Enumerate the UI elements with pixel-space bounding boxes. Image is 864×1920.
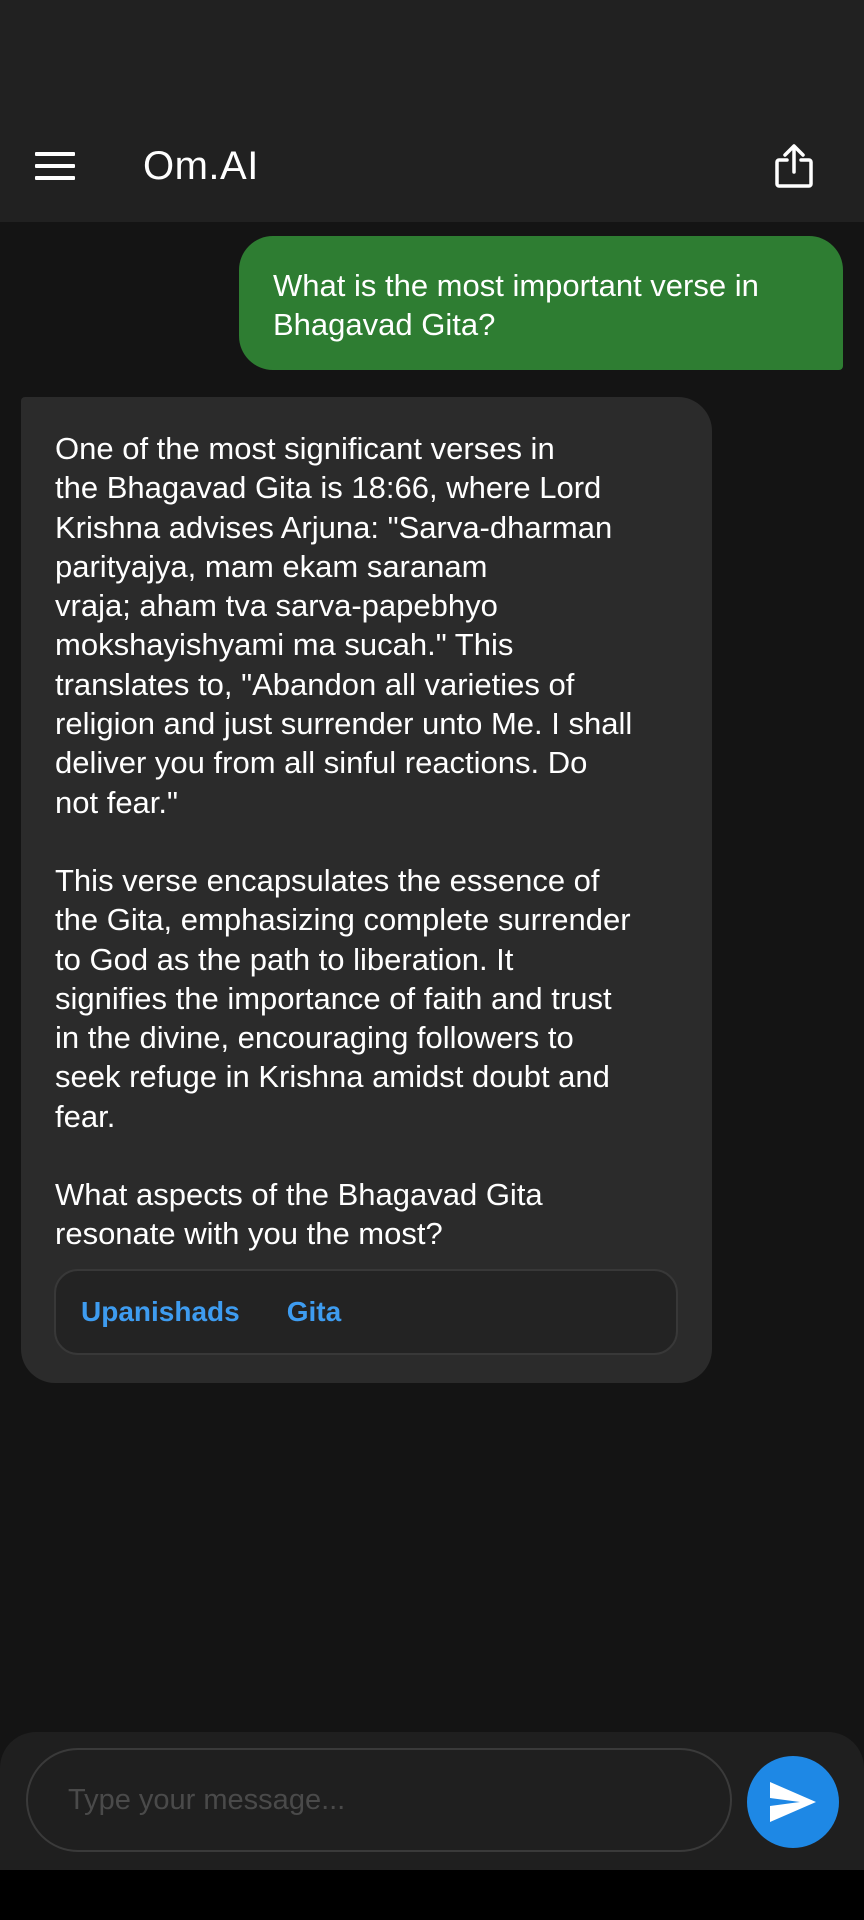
chip-upanishads[interactable]: Upanishads bbox=[81, 1296, 240, 1328]
chip-gita[interactable]: Gita bbox=[287, 1296, 341, 1328]
app-title: Om.AI bbox=[143, 144, 259, 188]
share-button[interactable] bbox=[762, 134, 826, 198]
composer-bar bbox=[0, 1732, 864, 1870]
user-message-bubble: What is the most important verse in Bhag… bbox=[239, 236, 843, 370]
suggestion-chips: Upanishads Gita bbox=[54, 1269, 678, 1355]
system-nav-bar bbox=[0, 1870, 864, 1920]
send-button[interactable] bbox=[747, 1756, 839, 1848]
bot-message-paragraph: This verse encapsulates the essence of t… bbox=[55, 862, 631, 1134]
menu-button[interactable] bbox=[24, 140, 86, 192]
bot-message-paragraph: One of the most significant verses in th… bbox=[55, 431, 633, 820]
bot-message-paragraph: What aspects of the Bhagavad Gita resona… bbox=[55, 1177, 543, 1252]
chat-screen: Om.AI What is the most important verse i… bbox=[0, 0, 864, 1920]
bot-message-bubble: One of the most significant verses in th… bbox=[21, 397, 712, 1383]
app-bar: Om.AI bbox=[0, 110, 864, 222]
hamburger-menu-icon bbox=[35, 152, 75, 180]
share-icon bbox=[775, 144, 813, 188]
user-message-text: What is the most important verse in Bhag… bbox=[273, 268, 759, 342]
message-input[interactable] bbox=[26, 1748, 732, 1852]
send-icon bbox=[770, 1782, 816, 1822]
status-bar bbox=[0, 0, 864, 110]
